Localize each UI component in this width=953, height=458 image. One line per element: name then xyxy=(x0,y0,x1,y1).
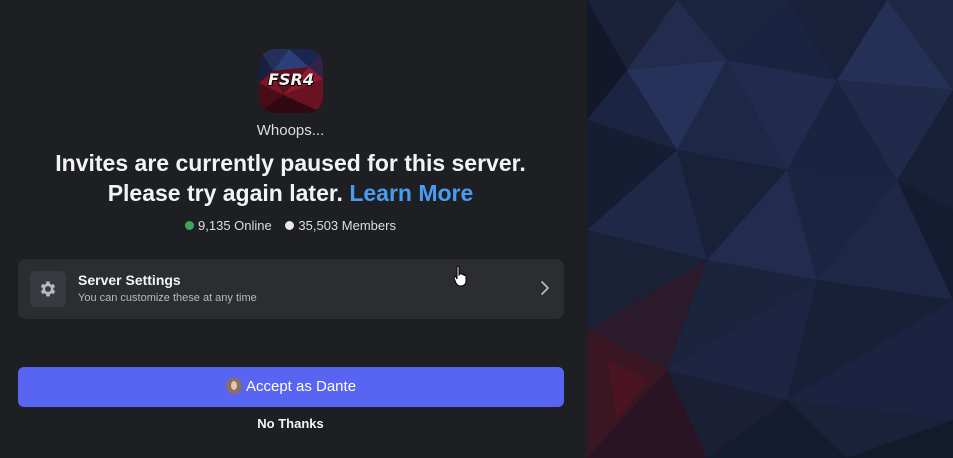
settings-description: You can customize these at any time xyxy=(78,292,257,304)
avatar xyxy=(225,378,242,394)
accept-invite-button[interactable]: Accept as Dante xyxy=(18,367,564,407)
learn-more-link[interactable]: Learn More xyxy=(349,180,473,206)
members-count: 35,503 Members xyxy=(298,218,396,233)
low-poly-background-art xyxy=(587,0,953,458)
invite-panel: FSR4 Whoops... Invites are currently pau… xyxy=(0,0,587,458)
members-stat: 35,503 Members xyxy=(285,218,396,233)
invite-window: FSR4 Whoops... Invites are currently pau… xyxy=(0,0,953,458)
accept-button-label: Accept as Dante xyxy=(245,378,357,395)
settings-title: Server Settings xyxy=(78,272,181,288)
settings-icon-box xyxy=(30,271,66,307)
online-stat: 9,135 Online xyxy=(185,218,272,233)
server-settings-card[interactable]: Server Settings You can customize these … xyxy=(18,259,564,319)
online-count: 9,135 Online xyxy=(198,218,272,233)
invite-headline: Invites are currently paused for this se… xyxy=(20,148,561,208)
chevron-right-icon xyxy=(541,281,549,295)
decorative-background xyxy=(587,0,953,458)
hand-pointer-cursor-icon xyxy=(453,265,467,287)
server-icon: FSR4 xyxy=(259,49,323,113)
invite-subtitle: Whoops... xyxy=(256,122,325,139)
server-icon-label: FSR4 xyxy=(268,70,314,89)
server-stats: 9,135 Online 35,503 Members xyxy=(0,218,581,233)
gear-icon xyxy=(40,281,56,297)
members-dot-icon xyxy=(285,221,295,230)
no-thanks-button[interactable]: No Thanks xyxy=(0,416,581,431)
online-status-dot-icon xyxy=(185,221,195,230)
